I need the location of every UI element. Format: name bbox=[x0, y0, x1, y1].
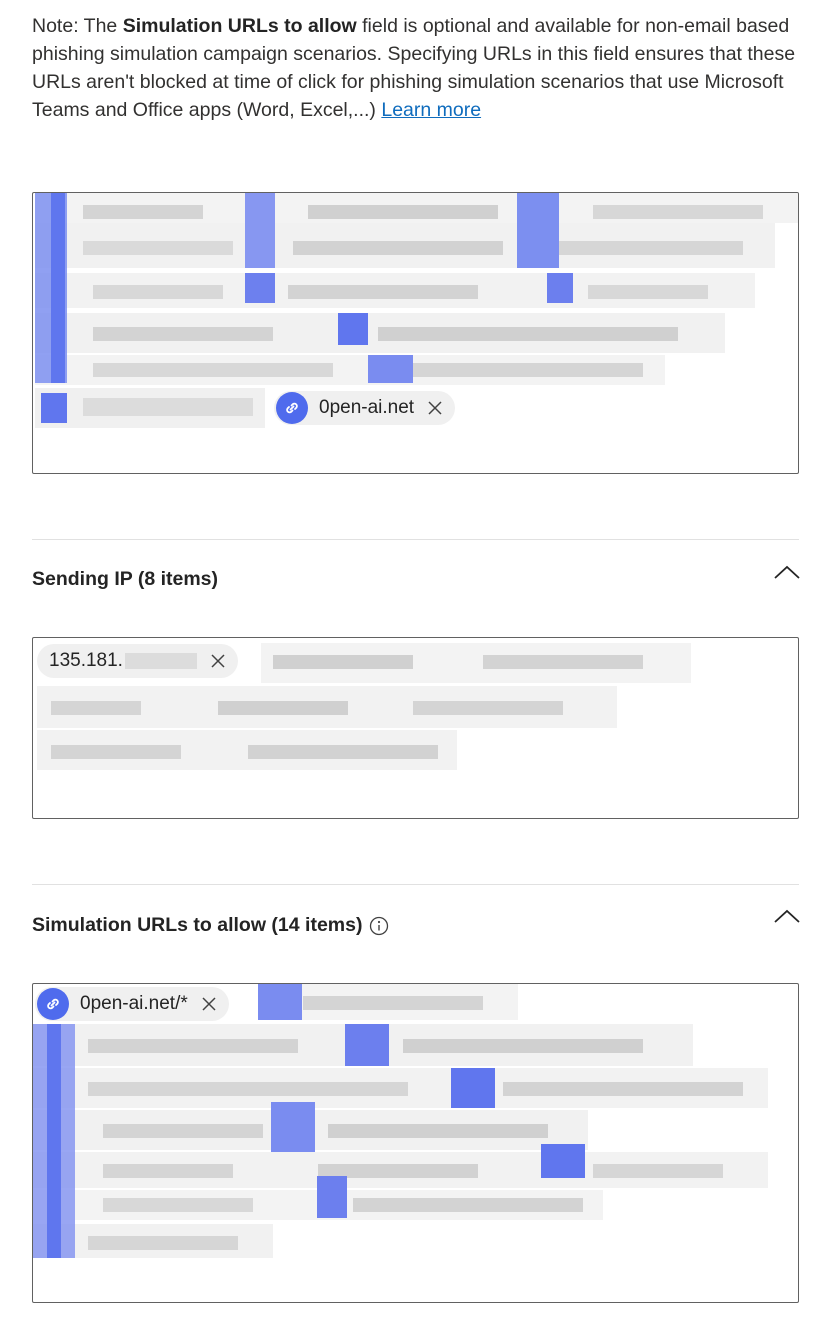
sending-ip-title-text: Sending IP (8 items) bbox=[32, 568, 219, 590]
simulation-urls-field[interactable]: 0pen-ai.net/* bbox=[32, 983, 799, 1303]
simulation-urls-title-text: Simulation URLs to allow (14 items) bbox=[32, 914, 363, 936]
redacted-url-pills bbox=[33, 984, 798, 1259]
link-icon bbox=[37, 988, 69, 1020]
section-divider bbox=[32, 539, 799, 540]
domain-pill-label: 0pen-ai.net bbox=[319, 397, 415, 418]
chevron-up-icon[interactable] bbox=[772, 906, 802, 926]
dismiss-icon[interactable] bbox=[210, 653, 226, 669]
ip-pill-135-181: 135.181. bbox=[37, 644, 238, 678]
learn-more-link[interactable]: Learn more bbox=[381, 99, 481, 121]
domain-pill-0pen-ai-net: 0pen-ai.net bbox=[274, 391, 456, 425]
dismiss-icon[interactable] bbox=[427, 400, 443, 416]
note-bold-field-name: Simulation URLs to allow bbox=[122, 15, 357, 37]
sending-ip-title: Sending IP (8 items) bbox=[32, 568, 218, 591]
note-prefix: Note: The bbox=[32, 15, 123, 37]
ip-pill-label: 135.181. bbox=[49, 650, 123, 671]
dismiss-icon[interactable] bbox=[201, 996, 217, 1012]
domains-field[interactable]: 0pen-ai.net bbox=[32, 192, 799, 474]
url-pill-0pen-ai-net-wildcard: 0pen-ai.net/* bbox=[35, 987, 229, 1021]
simulation-urls-title: Simulation URLs to allow (14 items) bbox=[32, 914, 389, 937]
link-icon bbox=[276, 392, 308, 424]
section-divider bbox=[32, 884, 799, 885]
info-icon[interactable] bbox=[369, 916, 389, 936]
redacted-ip-suffix bbox=[124, 653, 197, 669]
sending-ip-field[interactable]: 135.181. bbox=[32, 637, 799, 819]
chevron-up-icon[interactable] bbox=[772, 562, 802, 582]
simulation-urls-note: Note: The Simulation URLs to allow field… bbox=[32, 12, 802, 124]
url-pill-label: 0pen-ai.net/* bbox=[80, 993, 188, 1014]
